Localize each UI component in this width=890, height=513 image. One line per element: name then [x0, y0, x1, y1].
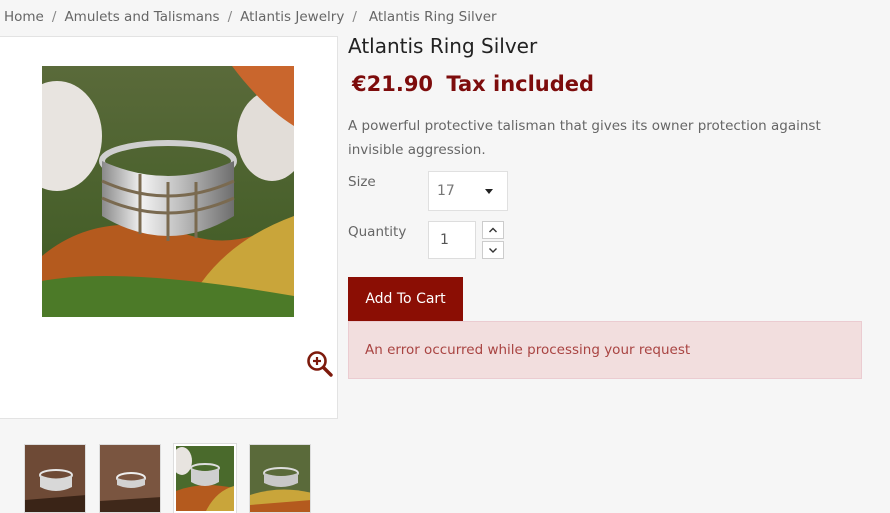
size-select[interactable]: 17 [428, 171, 508, 211]
zoom-in-icon[interactable] [306, 350, 334, 378]
quantity-increment-button[interactable] [482, 221, 504, 239]
error-alert: An error occurred while processing your … [348, 321, 862, 379]
size-label: Size [348, 174, 376, 190]
add-to-cart-button[interactable]: Add To Cart [348, 277, 463, 321]
chevron-up-icon [489, 227, 497, 233]
product-price: €21.90 Tax included [352, 72, 594, 96]
chevron-down-icon [489, 248, 497, 253]
thumbnail-image-selected[interactable] [173, 443, 237, 513]
product-title: Atlantis Ring Silver [348, 34, 538, 58]
caret-down-icon [485, 189, 493, 194]
product-main-image[interactable] [42, 66, 294, 317]
breadcrumb-amulets-link[interactable]: Amulets and Talismans [64, 9, 219, 25]
thumbnail-image[interactable] [24, 444, 86, 513]
breadcrumb-home-link[interactable]: Home [4, 9, 44, 25]
price-value: €21.90 [352, 72, 434, 96]
error-message: An error occurred while processing your … [365, 342, 691, 358]
quantity-label: Quantity [348, 224, 407, 240]
thumbnail-image[interactable] [99, 444, 161, 513]
breadcrumb-separator: / [51, 9, 57, 25]
breadcrumb-current: Atlantis Ring Silver [368, 9, 497, 25]
quantity-decrement-button[interactable] [482, 241, 504, 259]
product-description: A powerful protective talisman that give… [348, 118, 821, 158]
breadcrumb-separator: / [227, 9, 233, 25]
breadcrumb: Home / Amulets and Talismans / Atlantis … [4, 8, 497, 26]
thumbnail-image[interactable] [249, 444, 311, 513]
size-selected-value: 17 [437, 183, 455, 199]
tax-note: Tax included [446, 72, 595, 96]
thumbnail-strip [24, 443, 311, 513]
breadcrumb-atlantis-link[interactable]: Atlantis Jewelry [240, 9, 344, 25]
breadcrumb-separator: / [352, 9, 357, 25]
quantity-input[interactable] [428, 221, 476, 259]
